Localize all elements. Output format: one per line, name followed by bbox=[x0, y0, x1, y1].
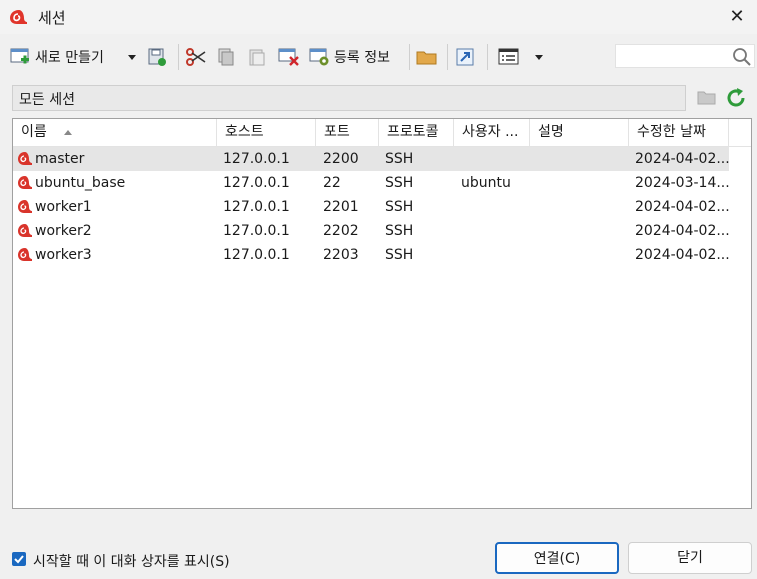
search-icon[interactable] bbox=[732, 47, 752, 67]
session-protocol: SSH bbox=[385, 247, 414, 263]
paste-button[interactable] bbox=[247, 44, 267, 70]
session-user bbox=[461, 243, 530, 267]
table-row[interactable]: master 127.0.0.1 2200 SSH 2024-04-02... bbox=[13, 147, 729, 171]
save-session-icon bbox=[148, 48, 166, 66]
session-protocol: SSH bbox=[385, 223, 414, 239]
app-snail-icon bbox=[10, 10, 27, 24]
open-folder-button[interactable] bbox=[416, 44, 438, 70]
session-host: 127.0.0.1 bbox=[223, 151, 290, 167]
column-header-description[interactable]: 설명 bbox=[530, 119, 629, 146]
table-row[interactable]: worker1 127.0.0.1 2201 SSH 2024-04-02... bbox=[13, 195, 729, 219]
session-name: worker1 bbox=[35, 199, 92, 215]
session-user bbox=[461, 195, 530, 219]
session-modified: 2024-04-02... bbox=[635, 151, 729, 167]
session-port: 2203 bbox=[323, 247, 359, 263]
toolbar-separator bbox=[178, 44, 179, 70]
window-title: 세션 bbox=[38, 9, 66, 27]
new-session-button[interactable]: 새로 만들기 bbox=[10, 44, 104, 70]
session-name: worker3 bbox=[35, 247, 92, 263]
close-button[interactable]: 닫기 bbox=[628, 542, 752, 574]
session-protocol: SSH bbox=[385, 175, 414, 191]
paste-icon bbox=[249, 49, 265, 66]
session-port: 2202 bbox=[323, 223, 359, 239]
column-header-name[interactable]: 이름 bbox=[13, 119, 217, 146]
shortcut-arrow-icon bbox=[456, 48, 474, 66]
session-name: ubuntu_base bbox=[35, 175, 126, 191]
session-host: 127.0.0.1 bbox=[223, 247, 290, 263]
session-name: worker2 bbox=[35, 223, 92, 239]
new-session-icon bbox=[10, 48, 29, 64]
properties-gear-icon bbox=[309, 48, 329, 66]
session-port: 22 bbox=[323, 175, 341, 191]
toolbar-separator bbox=[487, 44, 488, 70]
session-description bbox=[537, 147, 629, 171]
toolbar-separator bbox=[409, 44, 410, 70]
show-on-startup-label[interactable]: 시작할 때 이 대화 상자를 표시(S) bbox=[33, 551, 230, 571]
session-modified: 2024-04-02... bbox=[635, 247, 729, 263]
column-header-protocol[interactable]: 프로토콜 bbox=[379, 119, 454, 146]
copy-button[interactable] bbox=[216, 44, 236, 70]
cut-button[interactable] bbox=[185, 44, 207, 70]
session-name: master bbox=[35, 151, 85, 167]
column-header-row: 이름 호스트 포트 프로토콜 사용자 ... 설명 수정한 날짜 bbox=[13, 119, 751, 147]
delete-session-icon bbox=[278, 48, 299, 66]
column-header-user[interactable]: 사용자 ... bbox=[454, 119, 530, 146]
details-view-icon bbox=[498, 48, 519, 65]
refresh-icon[interactable] bbox=[724, 86, 748, 110]
session-protocol: SSH bbox=[385, 199, 414, 215]
checkmark-icon bbox=[14, 555, 24, 564]
column-header-host[interactable]: 호스트 bbox=[217, 119, 316, 146]
column-header-modified[interactable]: 수정한 날짜 bbox=[629, 119, 729, 146]
folder-view-icon[interactable] bbox=[697, 88, 717, 106]
table-row[interactable]: worker3 127.0.0.1 2203 SSH 2024-04-02... bbox=[13, 243, 729, 267]
session-description bbox=[537, 171, 629, 195]
toolbar-separator bbox=[447, 44, 448, 70]
folder-filter-bar[interactable]: 모든 세션 bbox=[12, 85, 686, 111]
session-description bbox=[537, 195, 629, 219]
session-user: ubuntu bbox=[461, 175, 511, 191]
connect-button[interactable]: 연결(C) bbox=[495, 542, 619, 574]
show-on-startup-checkbox[interactable] bbox=[12, 552, 26, 566]
session-user bbox=[461, 219, 530, 243]
session-description bbox=[537, 219, 629, 243]
session-modified: 2024-04-02... bbox=[635, 199, 729, 215]
session-protocol: SSH bbox=[385, 151, 414, 167]
sort-ascending-icon bbox=[64, 130, 73, 135]
folder-icon bbox=[416, 51, 437, 65]
session-host: 127.0.0.1 bbox=[223, 223, 290, 239]
session-list[interactable]: 이름 호스트 포트 프로토콜 사용자 ... 설명 수정한 날짜 master … bbox=[12, 118, 752, 509]
delete-button[interactable] bbox=[278, 44, 300, 70]
session-modified: 2024-03-14... bbox=[635, 175, 729, 191]
column-header-port[interactable]: 포트 bbox=[316, 119, 379, 146]
table-row[interactable]: worker2 127.0.0.1 2202 SSH 2024-04-02... bbox=[13, 219, 729, 243]
folder-filter-label: 모든 세션 bbox=[19, 92, 75, 108]
properties-label: 등록 정보 bbox=[334, 50, 390, 66]
session-port: 2201 bbox=[323, 199, 359, 215]
session-port: 2200 bbox=[323, 151, 359, 167]
scissors-icon bbox=[186, 48, 206, 66]
search-input[interactable] bbox=[615, 44, 755, 68]
session-host: 127.0.0.1 bbox=[223, 199, 290, 215]
table-row[interactable]: ubuntu_base 127.0.0.1 22 SSH ubuntu 2024… bbox=[13, 171, 729, 195]
session-user bbox=[461, 147, 530, 171]
view-mode-dropdown[interactable] bbox=[533, 44, 545, 70]
chevron-down-icon bbox=[128, 55, 136, 60]
chevron-down-icon bbox=[535, 55, 543, 60]
save-session-button[interactable] bbox=[147, 44, 167, 70]
close-window-button[interactable]: ✕ bbox=[717, 0, 757, 34]
new-session-label: 새로 만들기 bbox=[35, 50, 104, 66]
new-session-dropdown[interactable] bbox=[126, 44, 138, 70]
copy-icon bbox=[218, 48, 234, 66]
properties-button[interactable]: 등록 정보 bbox=[309, 44, 390, 70]
session-modified: 2024-04-02... bbox=[635, 223, 729, 239]
column-header-name-label: 이름 bbox=[21, 124, 47, 140]
session-host: 127.0.0.1 bbox=[223, 175, 290, 191]
session-description bbox=[537, 243, 629, 267]
view-mode-button[interactable] bbox=[498, 44, 520, 70]
title-bar: 세션 ✕ bbox=[0, 0, 757, 34]
shortcut-button[interactable] bbox=[455, 44, 475, 70]
